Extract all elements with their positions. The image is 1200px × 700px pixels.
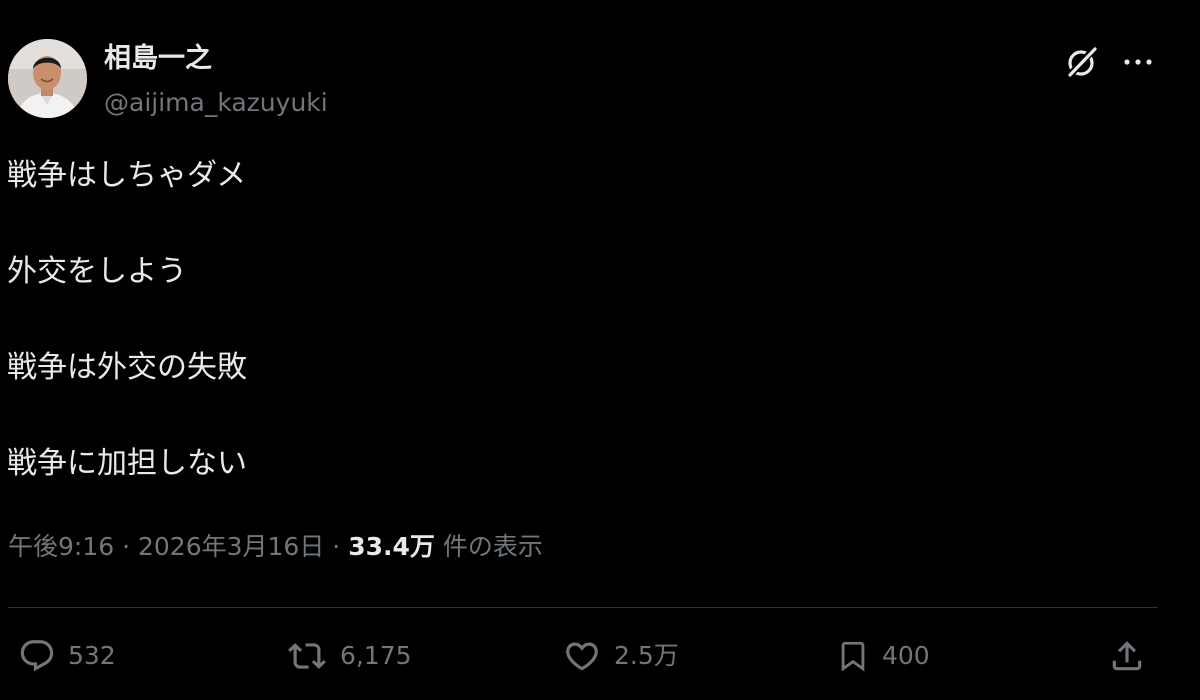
tweet-line: 戦争はしちゃダメ (7, 158, 247, 193)
tweet-detail: 相島一之 @aijima_kazuyuki 戦争はしちゃダメ 外交をしよう 戦争… (0, 0, 1200, 700)
like-count: 2.5万 (614, 641, 679, 670)
heart-icon (566, 642, 598, 671)
tweet-meta: 午後9:16 · 2026年3月16日 · 33.4万 件の表示 (8, 528, 543, 566)
reply-button[interactable]: 532 (18, 634, 116, 678)
author-name[interactable]: 相島一之 (104, 42, 212, 76)
meta-separator: · (122, 532, 131, 561)
bookmark-icon (841, 641, 865, 672)
grok-icon[interactable] (1064, 44, 1100, 80)
reply-icon (20, 640, 54, 672)
repost-button[interactable]: 6,175 (286, 634, 412, 678)
author-handle[interactable]: @aijima_kazuyuki (104, 88, 328, 118)
tweet-text: 戦争はしちゃダメ 外交をしよう 戦争は外交の失敗 戦争に加担しない (7, 152, 1157, 536)
tweet-line: 外交をしよう (7, 254, 187, 289)
reply-count: 532 (68, 641, 116, 670)
repost-count: 6,175 (340, 641, 412, 670)
bookmark-button[interactable]: 400 (836, 634, 930, 678)
more-icon[interactable] (1122, 48, 1154, 76)
views-label: 件の表示 (442, 532, 543, 561)
repost-icon (288, 643, 326, 669)
bookmark-count: 400 (882, 641, 930, 670)
like-button[interactable]: 2.5万 (562, 634, 679, 678)
views-count: 33.4万 (348, 532, 435, 561)
tweet-time[interactable]: 午後9:16 (8, 532, 114, 561)
tweet-line: 戦争に加担しない (7, 446, 247, 481)
tweet-date[interactable]: 2026年3月16日 (138, 532, 324, 561)
tweet-line: 戦争は外交の失敗 (7, 350, 247, 385)
divider (8, 607, 1158, 608)
share-icon (1112, 641, 1142, 671)
share-button[interactable] (1108, 634, 1146, 678)
meta-separator: · (332, 532, 341, 561)
avatar[interactable] (8, 39, 87, 118)
avatar-photo (8, 39, 87, 118)
